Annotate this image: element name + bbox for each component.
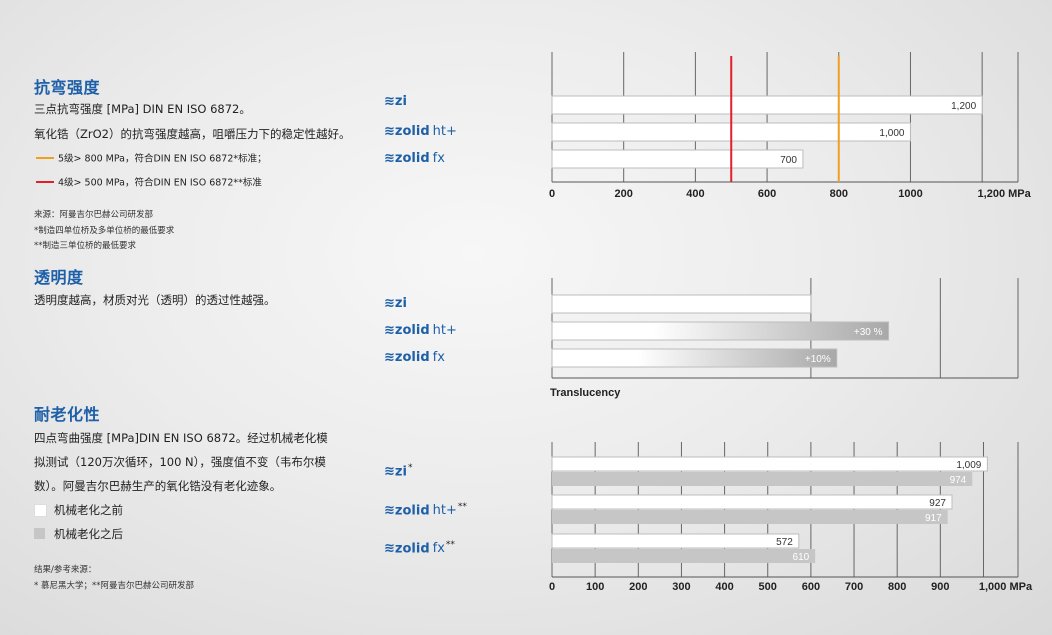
charts-canvas: 1,2001,0007000 200 400 600 800 1000 1,200 MPa+…: [549, 52, 1033, 593]
chart2-axis-label: Translucency: [550, 387, 621, 399]
chart1-tick-label: 200: [615, 188, 633, 200]
chart1-tick-label: 1,200 MPa: [978, 188, 1032, 200]
chart3-tick-label: 0: [549, 581, 555, 593]
chart3-label-before: 572: [776, 537, 793, 548]
chart1-bar-label: 1,000: [879, 128, 904, 139]
chart3-label-after: 610: [793, 552, 810, 563]
chart3-bar-before: [551, 456, 988, 472]
chart3-tick-label: 1,000 MPa: [979, 581, 1033, 593]
chart3-bar-before: [551, 494, 953, 510]
chart2-bar: [551, 294, 812, 314]
chart1-tick-label: 0: [549, 188, 555, 200]
chart2-bar-label: +10%: [805, 354, 831, 365]
chart1-tick-label: 1000: [898, 188, 922, 200]
chart3-tick-label: 300: [672, 581, 690, 593]
chart3-tick-label: 400: [715, 581, 733, 593]
chart1-tick-label: 400: [686, 188, 704, 200]
chart1-tick-label: 800: [830, 188, 848, 200]
chart3-bar-after: [552, 549, 816, 563]
chart2-bar-label: +30 %: [854, 327, 883, 338]
chart3-tick-label: 200: [629, 581, 647, 593]
chart3-tick-label: 800: [888, 581, 906, 593]
chart3-label-before: 1,009: [956, 460, 981, 471]
chart3-tick-label: 600: [802, 581, 820, 593]
chart3-tick-label: 700: [845, 581, 863, 593]
chart3-tick-label: 500: [759, 581, 777, 593]
chart1-bar: [551, 95, 983, 115]
chart3-label-before: 927: [929, 498, 946, 509]
chart3-bar-after: [552, 510, 948, 524]
chart2-bar: [551, 321, 890, 341]
chart1-bar-label: 1,200: [951, 101, 976, 112]
chart3-bar-before: [551, 533, 800, 549]
chart3-tick-label: 100: [586, 581, 604, 593]
chart3-bar-after: [552, 472, 973, 486]
chart3-label-after: 917: [925, 513, 942, 524]
chart2-bar: [551, 348, 838, 368]
chart3-tick-label: 900: [931, 581, 949, 593]
chart1-tick-label: 600: [758, 188, 776, 200]
chart1-bar: [551, 149, 804, 169]
chart3-label-after: 974: [950, 475, 967, 486]
chart1-bar-label: 700: [780, 155, 797, 166]
